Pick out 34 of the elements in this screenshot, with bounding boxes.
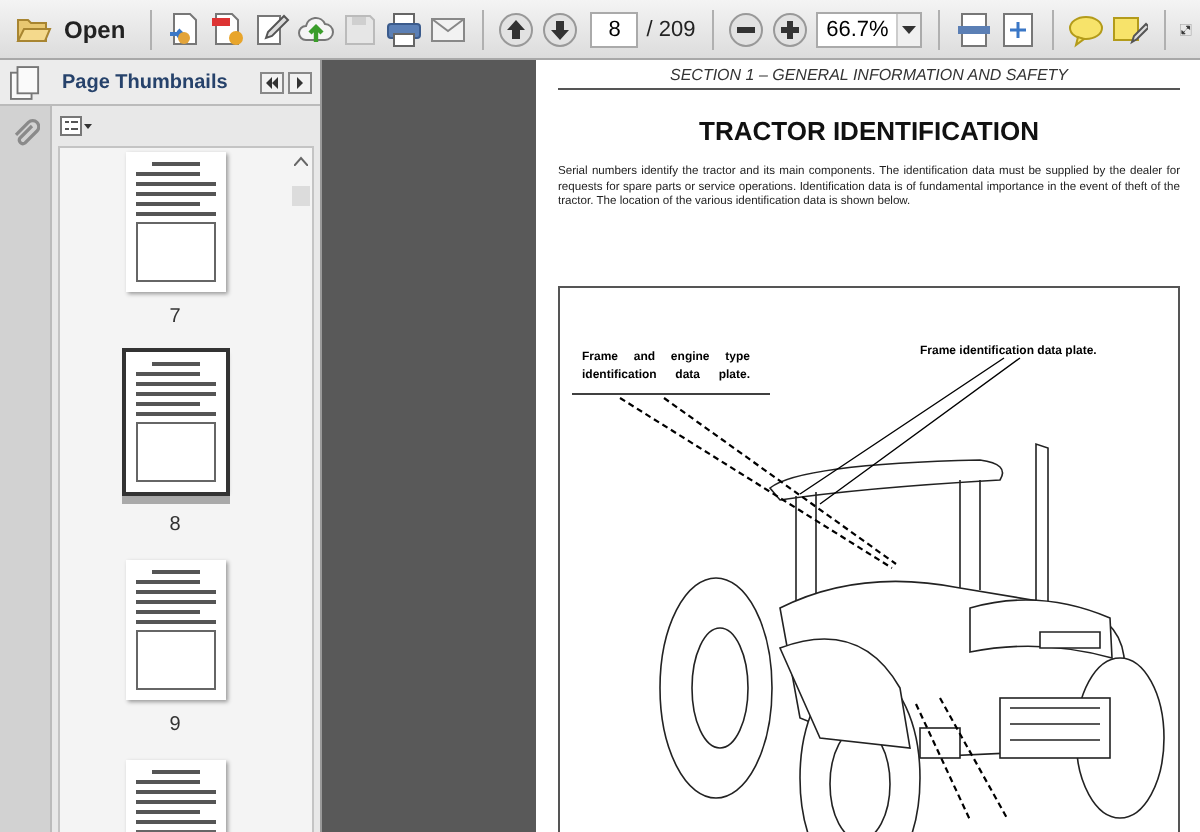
section-header: SECTION 1 – GENERAL INFORMATION AND SAFETY [668, 66, 1071, 84]
caret-up-icon[interactable] [294, 156, 308, 166]
pages-icon[interactable] [10, 65, 40, 99]
page-thumbnail[interactable] [121, 148, 229, 296]
scroll-thumb[interactable] [292, 186, 310, 206]
caret-icon [902, 25, 917, 33]
next-page-icon[interactable] [542, 11, 579, 47]
page-thumbnail[interactable] [121, 556, 229, 704]
cloud-upload-icon[interactable] [297, 11, 334, 47]
zoom-dropdown[interactable]: 66.7% [816, 11, 923, 47]
paperclip-icon[interactable] [11, 118, 39, 150]
page-title: TRACTOR IDENTIFICATION [697, 116, 1041, 146]
panel-title: Page Thumbnails [62, 71, 230, 93]
highlight-icon[interactable] [1111, 11, 1148, 47]
zoom-out-icon[interactable] [728, 11, 765, 47]
open-button[interactable]: Open [8, 15, 134, 43]
page-thumbnail[interactable] [121, 348, 229, 504]
options-icon[interactable] [60, 116, 92, 136]
zoom-in-icon[interactable] [772, 11, 809, 47]
fit-width-icon[interactable] [999, 11, 1036, 47]
previous-page-icon[interactable] [498, 11, 535, 47]
page-number-field[interactable]: 8 [590, 11, 639, 47]
leader-line [914, 695, 1010, 821]
expand-panel-icon[interactable] [288, 71, 312, 93]
page-total: / 209 [646, 17, 696, 41]
page-number-label: 9 [169, 714, 181, 736]
collapse-icon[interactable] [260, 71, 284, 93]
page-number-label: 7 [169, 306, 181, 328]
edit-document-icon[interactable] [253, 11, 290, 47]
folder-icon [16, 15, 52, 43]
print-icon[interactable] [385, 11, 422, 47]
page-number-label: 8 [169, 514, 181, 536]
fit-page-icon[interactable] [955, 11, 992, 47]
document-arrow-icon[interactable] [165, 11, 202, 47]
